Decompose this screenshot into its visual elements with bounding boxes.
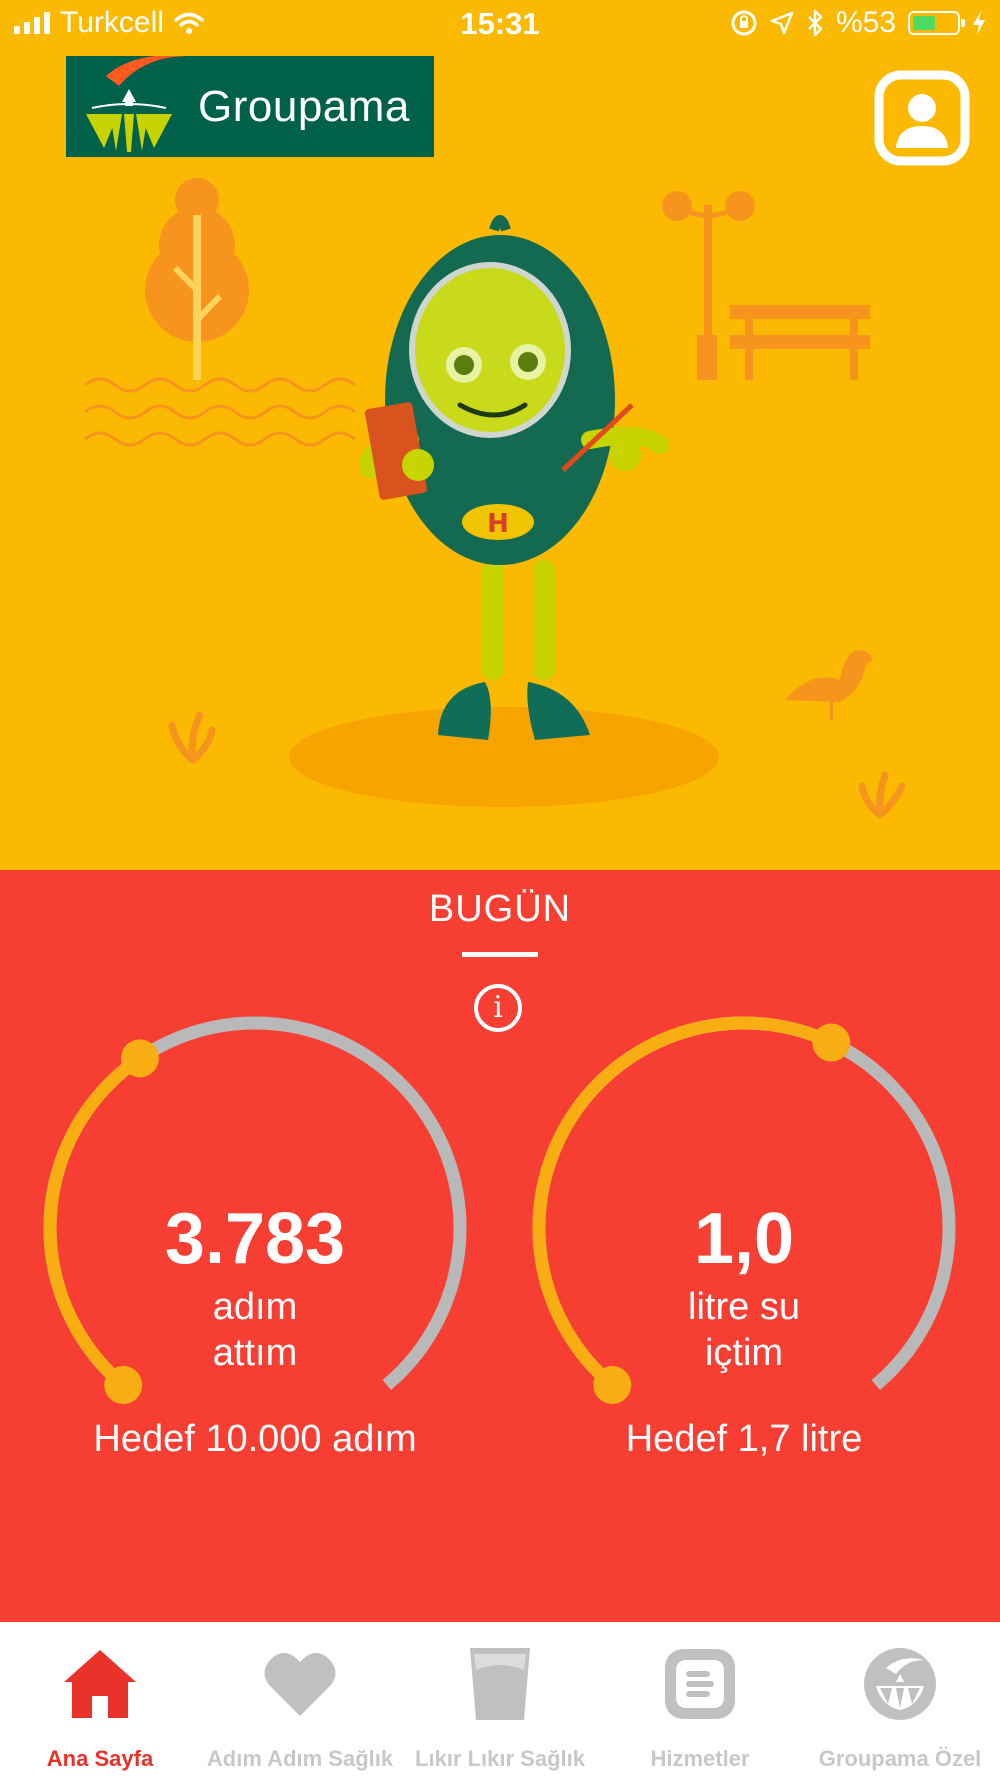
groupama-emblem-icon — [84, 56, 184, 152]
heart-icon — [264, 1652, 336, 1716]
brand-name: Groupama — [198, 81, 410, 131]
bluetooth-icon — [808, 9, 823, 37]
tab-step-health-label: Adım Adım Sağlık — [206, 1746, 394, 1771]
water-value: 1,0 — [693, 1199, 795, 1279]
charging-icon — [973, 11, 985, 35]
today-underline — [462, 952, 538, 957]
steps-goal: Hedef 10.000 adım — [93, 1418, 417, 1460]
battery-icon — [908, 11, 965, 35]
water-label-line2: içtim — [704, 1332, 784, 1374]
steps-label: adım attım — [25, 1284, 485, 1376]
profile-button[interactable] — [874, 70, 970, 166]
services-icon — [665, 1649, 735, 1719]
tab-water-health[interactable]: Lıkır Lıkır Sağlık — [400, 1622, 600, 1778]
rotation-lock-icon — [731, 10, 757, 36]
tab-bar: Ana Sayfa Adım Adım Sağlık Lıkır Lıkır S… — [0, 1622, 1000, 1778]
tab-step-health[interactable]: Adım Adım Sağlık — [200, 1622, 400, 1778]
steps-value: 3.783 — [164, 1199, 346, 1279]
water-gauge-handle — [812, 1023, 851, 1062]
battery-percent: %53 — [835, 6, 896, 39]
water-gauge[interactable]: 1,0 litre su içtim — [514, 998, 974, 1458]
profile-icon — [874, 70, 970, 166]
steps-label-line1: adım — [212, 1286, 298, 1328]
home-icon — [64, 1650, 136, 1718]
glass-icon — [470, 1648, 530, 1720]
water-goal: Hedef 1,7 litre — [625, 1418, 863, 1460]
today-title: BUGÜN — [428, 888, 572, 930]
groupama-icon — [864, 1648, 936, 1720]
water-label: litre su içtim — [514, 1284, 974, 1376]
location-icon — [770, 11, 794, 35]
tab-groupama-special[interactable]: Groupama Özel — [800, 1622, 1000, 1778]
waves-illustration — [84, 377, 356, 447]
tab-home-label: Ana Sayfa — [46, 1746, 154, 1771]
status-right: %53 — [730, 6, 986, 40]
lamp-bench-illustration — [662, 191, 870, 380]
groupama-logo: Groupama — [66, 56, 434, 157]
steps-label-line2: attım — [212, 1332, 298, 1374]
tab-home[interactable]: Ana Sayfa — [0, 1622, 200, 1778]
steps-gauge-handle — [120, 1039, 159, 1078]
svg-text:H: H — [487, 509, 509, 539]
bird-illustration — [785, 650, 872, 720]
tab-services[interactable]: Hizmetler — [600, 1622, 800, 1778]
tab-water-health-label: Lıkır Lıkır Sağlık — [415, 1746, 585, 1771]
tree-illustration — [145, 178, 249, 380]
tab-services-label: Hizmetler — [650, 1746, 750, 1771]
water-label-line1: litre su — [688, 1286, 800, 1328]
status-bar: Turkcell 15:31 %53 — [0, 0, 1000, 50]
steps-gauge[interactable]: 3.783 adım attım — [25, 998, 485, 1458]
mascot-illustration: H — [84, 178, 906, 819]
mascot-character: H — [359, 215, 669, 740]
tab-groupama-special-label: Groupama Özel — [818, 1746, 982, 1771]
